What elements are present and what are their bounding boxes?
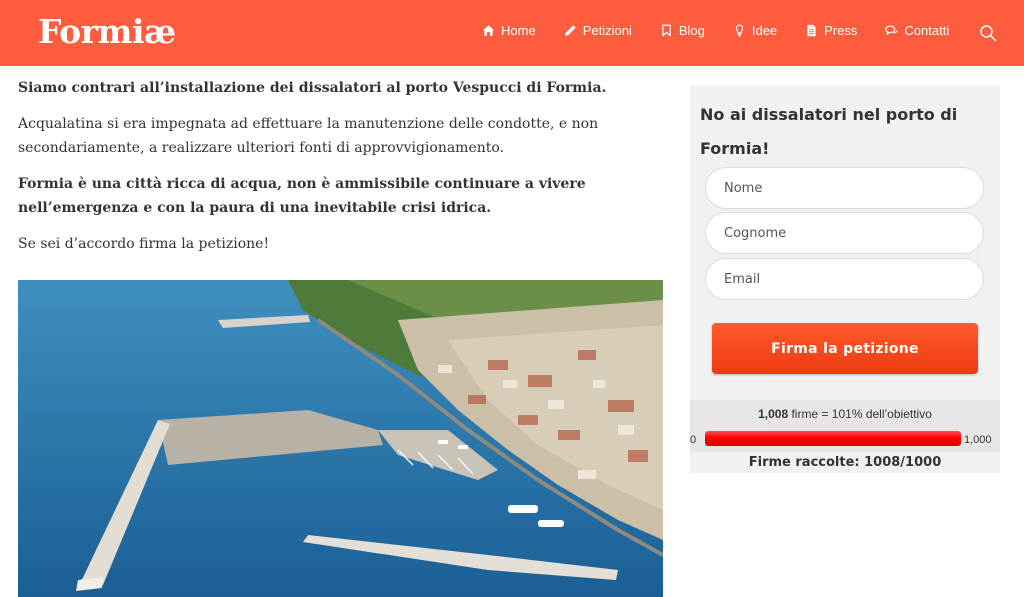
progress-min: 0: [690, 434, 697, 446]
surname-field[interactable]: [705, 212, 984, 254]
pencil-icon: [564, 25, 576, 36]
article-paragraph: Acqualatina si era impegnata ad effettua…: [18, 116, 599, 156]
nav-label: Blog: [678, 23, 705, 38]
nav-label: Contatti: [904, 23, 950, 38]
article-highlight: Formia è una città ricca di acqua, non è…: [18, 176, 586, 216]
harbor-aerial-photo: [18, 280, 663, 597]
petition-title: No ai dissalatori nel porto di Formia!: [700, 105, 958, 158]
site-logo[interactable]: Formiæ: [38, 12, 176, 51]
sign-petition-button[interactable]: Firma la petizione: [712, 323, 978, 374]
email-field[interactable]: [705, 258, 984, 300]
article-call-to-action: Se sei d’accordo firma la petizione!: [18, 236, 270, 252]
nav-item-blog[interactable]: Blog: [660, 23, 705, 38]
petition-article: Siamo contrari all’installazione dei dis…: [18, 76, 668, 268]
main-nav: Home Petizioni Blog Idee Press Contatti: [482, 23, 949, 38]
nav-label: Idee: [751, 23, 778, 38]
signature-count: 1,008: [758, 407, 789, 421]
goal-summary: 1,008 firme = 101% dell’obiettivo: [690, 407, 1000, 421]
nav-item-home[interactable]: Home: [482, 23, 536, 38]
nav-item-idee[interactable]: Idee: [733, 23, 777, 38]
nav-label: Home: [501, 23, 536, 38]
nav-label: Press: [824, 23, 858, 38]
document-icon: [807, 24, 816, 37]
progress-max: 1,000: [964, 434, 992, 446]
progress-bar: [705, 431, 961, 446]
nav-item-press[interactable]: Press: [805, 23, 857, 38]
petition-sidebar: No ai dissalatori nel porto di Formia! F…: [690, 86, 1000, 473]
progress-bar-fill: [705, 431, 961, 446]
signatures-collected: Firme raccolte: 1008/1000: [748, 455, 942, 470]
name-field[interactable]: [705, 167, 984, 209]
goal-progress: 1,008 firme = 101% dell’obiettivo 0 1,00…: [690, 400, 1000, 452]
nav-item-petizioni[interactable]: Petizioni: [564, 23, 632, 38]
article-intro: Siamo contrari all’installazione dei dis…: [18, 80, 607, 96]
search-icon[interactable]: [979, 24, 997, 42]
nav-item-contatti[interactable]: Contatti: [885, 23, 949, 38]
lightbulb-icon: [735, 24, 743, 37]
site-header: Formiæ Home Petizioni Blog Idee Press Co…: [0, 0, 1024, 66]
goal-suffix: firme = 101% dell’obiettivo: [791, 407, 932, 421]
nav-label: Petizioni: [582, 23, 632, 38]
home-icon: [482, 25, 495, 36]
chat-icon: [885, 25, 898, 35]
bookmark-icon: [662, 24, 671, 37]
